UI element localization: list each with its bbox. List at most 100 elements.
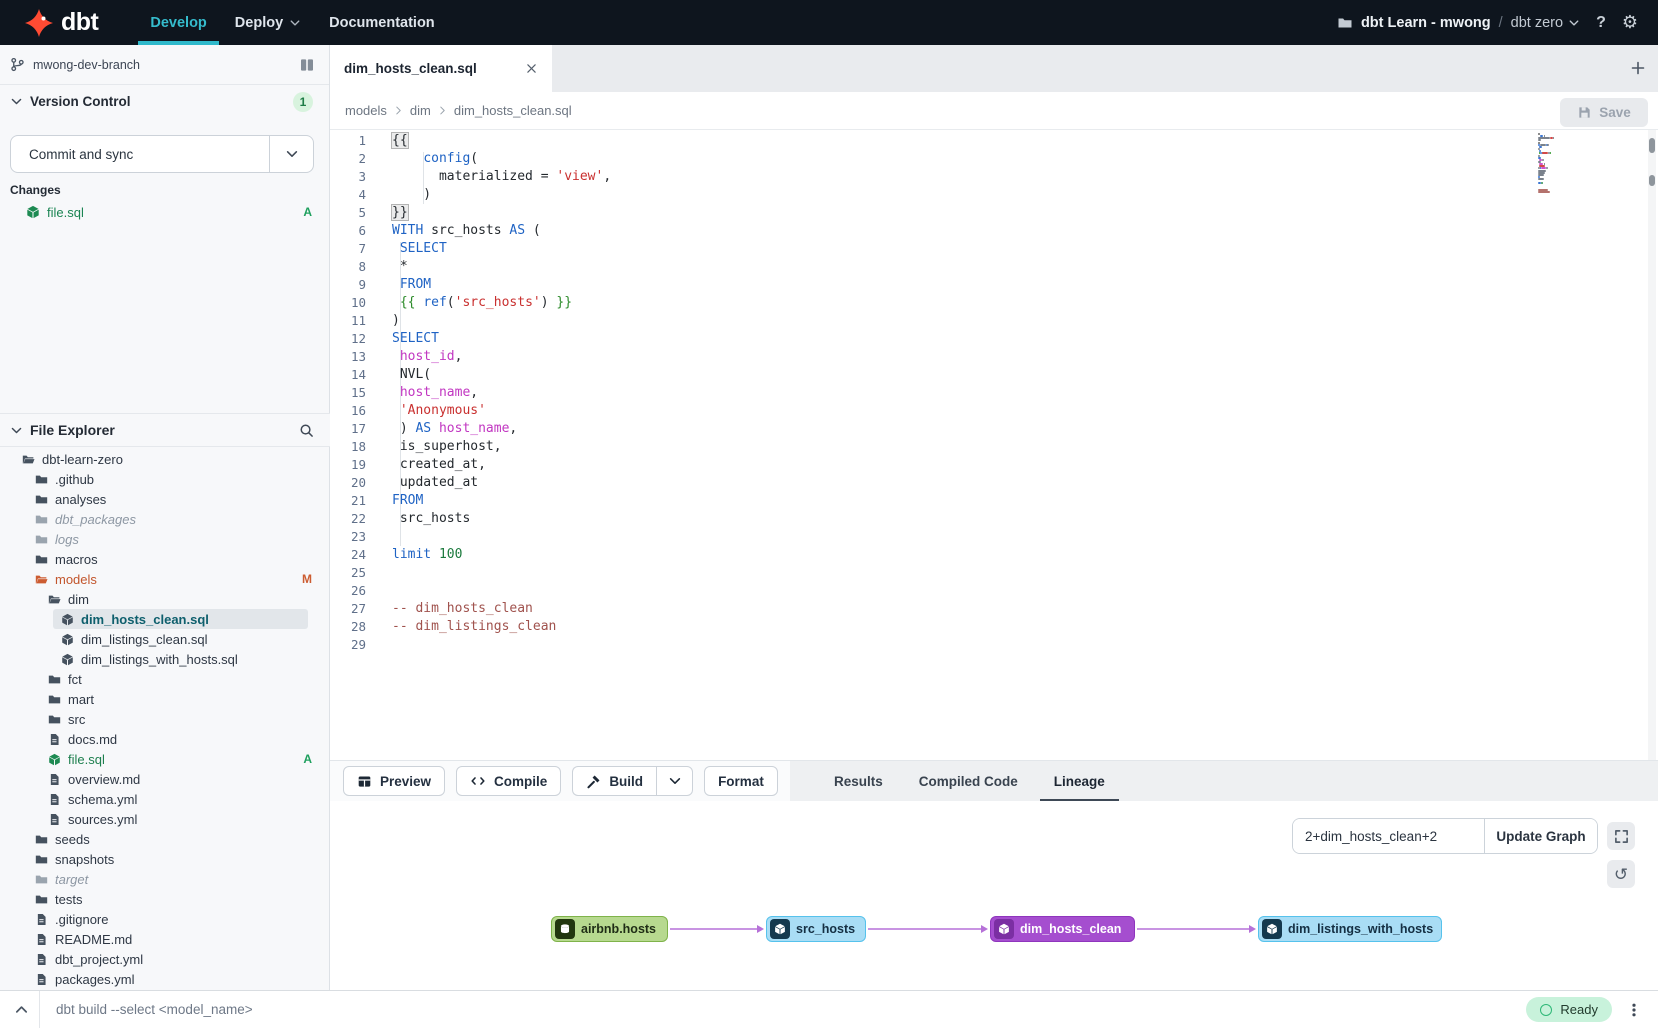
code-text: src_hosts bbox=[392, 510, 470, 528]
minimap-line bbox=[1553, 137, 1555, 139]
tree-item-dim[interactable]: dim bbox=[0, 589, 330, 609]
tree-item-macros[interactable]: macros bbox=[0, 549, 330, 569]
file-icon bbox=[35, 953, 48, 966]
tree-item-dim_listings_with_hosts.sql[interactable]: dim_listings_with_hosts.sql bbox=[0, 649, 330, 669]
line-number: 13 bbox=[330, 348, 366, 366]
divider bbox=[39, 991, 40, 1028]
account-selector[interactable]: dbt Learn - mwong / dbt zero bbox=[1337, 15, 1580, 31]
changed-file-row[interactable]: file.sql A bbox=[0, 201, 330, 223]
reset-view-button[interactable]: ↺ bbox=[1607, 860, 1635, 888]
command-input[interactable]: dbt build --select <model_name> bbox=[56, 1002, 253, 1017]
tree-item-dim_listings_clean.sql[interactable]: dim_listings_clean.sql bbox=[0, 629, 330, 649]
tree-item-.gitignore[interactable]: .gitignore bbox=[0, 909, 330, 929]
tab-results[interactable]: Results bbox=[820, 761, 897, 802]
tab-strip: dim_hosts_clean.sql bbox=[330, 45, 1658, 92]
tree-item-models[interactable]: modelsM bbox=[0, 569, 330, 589]
breadcrumb-models[interactable]: models bbox=[345, 103, 387, 118]
commit-options-chevron[interactable] bbox=[269, 136, 313, 172]
close-icon[interactable] bbox=[525, 62, 538, 75]
app-window: dbt Develop Deploy Documentation dbt Lea… bbox=[0, 0, 1658, 1028]
tree-item-.github[interactable]: .github bbox=[0, 469, 330, 489]
dbt-logo[interactable]: dbt bbox=[24, 8, 98, 38]
code-text: FROM bbox=[392, 492, 423, 510]
lineage-node-label: dim_listings_with_hosts bbox=[1288, 922, 1433, 936]
tree-item-dim_hosts_clean.sql[interactable]: dim_hosts_clean.sql bbox=[0, 609, 330, 629]
chevron-up-icon[interactable] bbox=[14, 1002, 29, 1017]
tree-item-schema.yml[interactable]: schema.yml bbox=[0, 789, 330, 809]
tree-item-sources.yml[interactable]: sources.yml bbox=[0, 809, 330, 829]
commit-and-sync-button[interactable]: Commit and sync bbox=[10, 135, 314, 173]
gear-icon[interactable]: ⚙ bbox=[1622, 12, 1638, 33]
line-number: 3 bbox=[330, 168, 366, 186]
build-button[interactable]: Build bbox=[572, 766, 656, 796]
tab-dim-hosts-clean[interactable]: dim_hosts_clean.sql bbox=[330, 45, 552, 92]
tree-item-seeds[interactable]: seeds bbox=[0, 829, 330, 849]
save-icon bbox=[1577, 105, 1592, 120]
version-control-header[interactable]: Version Control 1 bbox=[0, 85, 329, 118]
docs-panel-icon[interactable] bbox=[299, 57, 315, 73]
nav-item-deploy[interactable]: Deploy bbox=[221, 0, 315, 45]
line-number: 6 bbox=[330, 222, 366, 240]
tree-item-label: .github bbox=[55, 472, 94, 487]
lineage-node-dim_listings_with_hosts[interactable]: dim_listings_with_hosts bbox=[1258, 916, 1442, 942]
tree-item-snapshots[interactable]: snapshots bbox=[0, 849, 330, 869]
tree-item-dbt_project.yml[interactable]: dbt_project.yml bbox=[0, 949, 330, 969]
file-explorer-header[interactable]: File Explorer bbox=[0, 413, 330, 447]
tree-item-README.md[interactable]: README.md bbox=[0, 929, 330, 949]
compile-button[interactable]: Compile bbox=[456, 766, 561, 796]
minimap[interactable] bbox=[1538, 133, 1566, 203]
rotate-ccw-icon: ↺ bbox=[1614, 866, 1628, 883]
tree-item-analyses[interactable]: analyses bbox=[0, 489, 330, 509]
tree-item-file.sql[interactable]: file.sqlA bbox=[0, 749, 330, 769]
tree-item-docs.md[interactable]: docs.md bbox=[0, 729, 330, 749]
tree-item-fct[interactable]: fct bbox=[0, 669, 330, 689]
tree-item-target[interactable]: target bbox=[0, 869, 330, 889]
lineage-selector-input[interactable] bbox=[1293, 819, 1484, 853]
line-number: 18 bbox=[330, 438, 366, 456]
project-selector[interactable]: dbt zero bbox=[1511, 15, 1580, 31]
tree-item-dbt_packages[interactable]: dbt_packages bbox=[0, 509, 330, 529]
cube-icon bbox=[61, 613, 74, 626]
save-button[interactable]: Save bbox=[1560, 98, 1648, 127]
new-tab-button[interactable] bbox=[1630, 60, 1646, 76]
build-options-chevron[interactable] bbox=[656, 766, 693, 796]
format-button[interactable]: Format bbox=[704, 766, 778, 796]
tree-item-tests[interactable]: tests bbox=[0, 889, 330, 909]
fullscreen-button[interactable] bbox=[1607, 822, 1635, 850]
code-editor[interactable]: 1{{2 config(3 materialized = 'view',4 )5… bbox=[330, 130, 1658, 760]
tree-item-label: dbt_project.yml bbox=[55, 952, 143, 967]
tab-title: dim_hosts_clean.sql bbox=[344, 61, 477, 76]
lineage-node-dim_hosts_clean[interactable]: dim_hosts_clean bbox=[990, 916, 1135, 942]
tree-item-logs[interactable]: logs bbox=[0, 529, 330, 549]
tree-item-label: fct bbox=[68, 672, 82, 687]
minimap-line bbox=[1538, 178, 1544, 180]
tree-item-packages.yml[interactable]: packages.yml bbox=[0, 969, 330, 989]
search-icon[interactable] bbox=[299, 423, 314, 438]
tree-item-overview.md[interactable]: overview.md bbox=[0, 769, 330, 789]
line-number: 8 bbox=[330, 258, 366, 276]
tab-lineage[interactable]: Lineage bbox=[1040, 761, 1119, 802]
tree-item-label: src bbox=[68, 712, 85, 727]
chevron-down-icon bbox=[10, 424, 23, 437]
lineage-node-airbnb.hosts[interactable]: airbnb.hosts bbox=[551, 916, 668, 942]
editor-scrollbar[interactable] bbox=[1648, 130, 1656, 760]
tree-item-mart[interactable]: mart bbox=[0, 689, 330, 709]
code-text: {{ ref('src_hosts') }} bbox=[392, 294, 572, 312]
breadcrumb-dim[interactable]: dim bbox=[410, 103, 431, 118]
build-split-button: Build bbox=[572, 766, 693, 796]
nav-item-develop[interactable]: Develop bbox=[136, 0, 220, 45]
toolbar-buttons: Preview Compile Build Format bbox=[330, 761, 790, 801]
update-graph-button[interactable]: Update Graph bbox=[1484, 819, 1597, 853]
nav-item-documentation[interactable]: Documentation bbox=[315, 0, 449, 45]
lineage-node-src_hosts[interactable]: src_hosts bbox=[766, 916, 866, 942]
kebab-menu-icon[interactable] bbox=[1626, 1002, 1642, 1018]
tab-compiled-code[interactable]: Compiled Code bbox=[905, 761, 1032, 802]
breadcrumb-file[interactable]: dim_hosts_clean.sql bbox=[454, 103, 572, 118]
status-bar: dbt build --select <model_name> Ready bbox=[0, 990, 1658, 1028]
branch-row[interactable]: mwong-dev-branch bbox=[0, 45, 329, 85]
tree-item-src[interactable]: src bbox=[0, 709, 330, 729]
preview-button[interactable]: Preview bbox=[343, 766, 445, 796]
help-icon[interactable]: ? bbox=[1594, 14, 1608, 32]
lineage-node-label: src_hosts bbox=[796, 922, 855, 936]
tree-item-dbt-learn-zero[interactable]: dbt-learn-zero bbox=[0, 449, 330, 469]
